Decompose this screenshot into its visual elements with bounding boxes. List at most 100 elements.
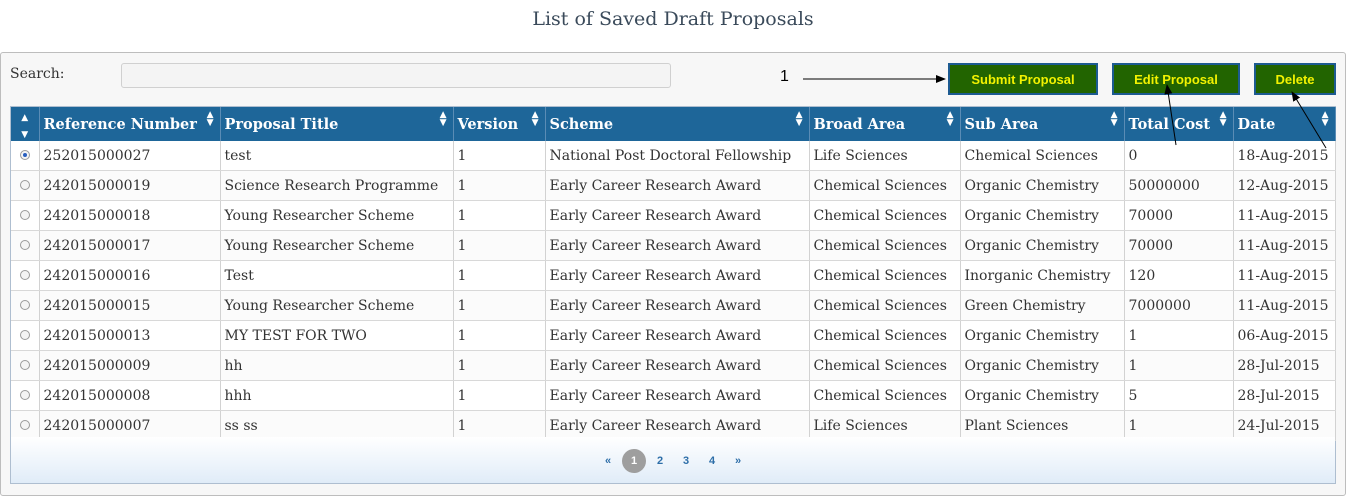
total-cost-cell: 1 [1124,320,1234,351]
table-row[interactable]: 242015000007 ss ss 1 Early Career Research … [11,410,1336,441]
column-header-label: Date [1237,115,1276,133]
date-cell: 18-Aug-2015 [1233,141,1336,171]
sort-icon: ▲ ▼ [1219,110,1227,128]
pagination-page-2[interactable]: 2 [647,450,673,472]
column-header-label: Scheme [549,115,614,133]
version-cell: 1 [453,200,546,231]
column-header-label: Proposal Title [224,115,339,133]
column-header-scheme[interactable]: Scheme ▲ ▼ [545,107,810,141]
version-cell: 1 [453,290,546,321]
proposals-table-container: ▲ ▼ Reference Number ▲ ▼ Proposal Title ▲ ▼ V… [10,106,1336,484]
total-cost-cell: 50000000 [1124,170,1234,201]
submit-proposal-button[interactable]: Submit Proposal [948,63,1098,95]
date-cell: 11-Aug-2015 [1233,230,1336,261]
edit-proposal-button[interactable]: Edit Proposal [1112,63,1240,95]
sort-icon: ▲ ▼ [21,113,29,140]
pagination-next[interactable]: » [725,450,751,472]
pagination: « 1 2 3 4 » [0,449,1346,473]
row-select-radio[interactable] [19,180,30,190]
sub-area-cell: Chemical Sciences [960,141,1125,171]
select-column-header[interactable]: ▲ ▼ [11,107,40,141]
table-row[interactable]: 242015000018 Young Researcher Scheme 1 Earl… [11,200,1336,231]
column-header-date[interactable]: Date ▲ ▼ [1233,107,1336,141]
sort-icon: ▲ ▼ [206,110,214,128]
row-select-radio[interactable] [19,150,30,160]
column-header-version[interactable]: Version ▲ ▼ [453,107,546,141]
broad-area-cell: Chemical Sciences [809,320,961,351]
date-cell: 06-Aug-2015 [1233,320,1336,351]
search-input[interactable] [121,63,671,88]
table-body: 252015000027 test 1 National Post Doctoral … [11,141,1336,441]
total-cost-cell: 1 [1124,350,1234,381]
table-row[interactable]: 242015000017 Young Researcher Scheme 1 Earl… [11,230,1336,261]
scheme-cell: National Post Doctoral Fellowship [545,141,810,171]
search-label: Search: [10,66,65,82]
column-header-total-cost[interactable]: Total Cost ▲ ▼ [1124,107,1234,141]
proposal-title-cell: Young Researcher Scheme [220,200,454,231]
row-select-cell [11,320,40,351]
pagination-page-4[interactable]: 4 [699,450,725,472]
scheme-cell: Early Career Research Award [545,350,810,381]
pagination-prev[interactable]: « [595,450,621,472]
row-select-cell [11,230,40,261]
row-select-cell [11,170,40,201]
sub-area-cell: Green Chemistry [960,290,1125,321]
version-cell: 1 [453,380,546,411]
proposal-title-cell: MY TEST FOR TWO [220,320,454,351]
scheme-cell: Early Career Research Award [545,290,810,321]
pagination-page-1[interactable]: 1 [622,449,646,473]
broad-area-cell: Chemical Sciences [809,200,961,231]
row-select-cell [11,200,40,231]
version-cell: 1 [453,410,546,441]
column-header-sub-area[interactable]: Sub Area ▲ ▼ [960,107,1125,141]
column-header-reference-number[interactable]: Reference Number ▲ ▼ [39,107,221,141]
sub-area-cell: Organic Chemistry [960,200,1125,231]
sort-icon: ▲ ▼ [439,110,447,128]
table-row[interactable]: 242015000019 Science Research Programme 1 E… [11,170,1336,201]
row-select-radio[interactable] [19,390,30,400]
scheme-cell: Early Career Research Award [545,200,810,231]
table-row[interactable]: 242015000008 hhh 1 Early Career Research Aw… [11,380,1336,411]
pagination-page-3[interactable]: 3 [673,450,699,472]
total-cost-cell: 0 [1124,141,1234,171]
row-select-radio[interactable] [19,210,30,220]
proposals-table: ▲ ▼ Reference Number ▲ ▼ Proposal Title ▲ ▼ V… [11,107,1336,441]
row-select-radio[interactable] [19,360,30,370]
row-select-cell [11,260,40,291]
table-row[interactable]: 252015000027 test 1 National Post Doctoral … [11,141,1336,171]
row-select-radio[interactable] [19,270,30,280]
proposal-title-cell: Young Researcher Scheme [220,230,454,261]
version-cell: 1 [453,230,546,261]
sub-area-cell: Organic Chemistry [960,170,1125,201]
sub-area-cell: Plant Sciences [960,410,1125,441]
version-cell: 1 [453,260,546,291]
broad-area-cell: Chemical Sciences [809,380,961,411]
sort-icon: ▲ ▼ [795,110,803,128]
column-header-broad-area[interactable]: Broad Area ▲ ▼ [809,107,961,141]
row-select-cell [11,290,40,321]
reference-number-cell: 242015000007 [39,410,221,441]
row-select-radio[interactable] [19,300,30,310]
row-select-radio[interactable] [19,240,30,250]
reference-number-cell: 242015000016 [39,260,221,291]
reference-number-cell: 242015000018 [39,200,221,231]
version-cell: 1 [453,320,546,351]
broad-area-cell: Chemical Sciences [809,350,961,381]
table-row[interactable]: 242015000009 hh 1 Early Career Research Awa… [11,350,1336,381]
column-header-proposal-title[interactable]: Proposal Title ▲ ▼ [220,107,454,141]
proposal-title-cell: ss ss [220,410,454,441]
reference-number-cell: 242015000013 [39,320,221,351]
row-select-radio[interactable] [19,420,30,430]
version-cell: 1 [453,350,546,381]
table-row[interactable]: 242015000013 MY TEST FOR TWO 1 Early Career… [11,320,1336,351]
date-cell: 12-Aug-2015 [1233,170,1336,201]
total-cost-cell: 1 [1124,410,1234,441]
row-select-cell [11,350,40,381]
broad-area-cell: Chemical Sciences [809,170,961,201]
row-select-radio[interactable] [19,330,30,340]
table-row[interactable]: 242015000015 Young Researcher Scheme 1 Earl… [11,290,1336,321]
delete-button[interactable]: Delete [1254,63,1336,95]
reference-number-cell: 242015000015 [39,290,221,321]
reference-number-cell: 242015000009 [39,350,221,381]
table-row[interactable]: 242015000016 Test 1 Early Career Research A… [11,260,1336,291]
